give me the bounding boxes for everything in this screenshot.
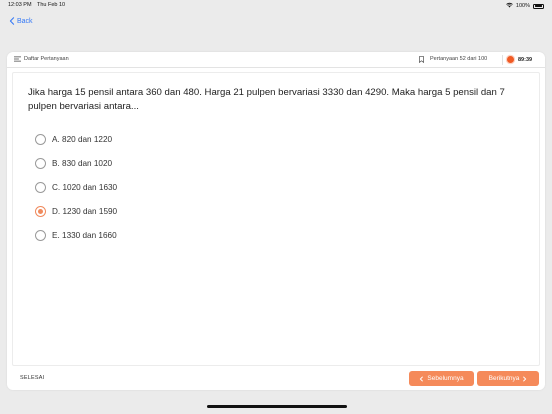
next-button[interactable]: Berikutnya (477, 371, 539, 386)
radio-button[interactable] (35, 229, 46, 241)
previous-label: Sebelumnya (427, 375, 464, 382)
question-text: Jika harga 15 pensil antara 360 dan 480.… (28, 87, 505, 112)
answer-option-label: D. 1230 dan 1590 (52, 206, 118, 216)
next-label: Berikutnya (488, 375, 520, 382)
question-content (12, 72, 540, 366)
question-list-label: Daftar Pertanyaan (24, 56, 69, 62)
bookmark-icon (419, 55, 424, 63)
previous-button[interactable]: Sebelumnya (409, 371, 474, 386)
radio-button[interactable] (35, 181, 46, 193)
status-bar: 12:03 PM Thu Feb 10 100% (0, 0, 552, 12)
chevron-right-icon (523, 375, 527, 382)
answer-option-label: C. 1020 dan 1630 (52, 182, 118, 192)
list-icon (14, 56, 21, 62)
status-right: 100% (506, 2, 544, 10)
status-date: Thu Feb 10 (36, 2, 66, 8)
timer: 89:39 (507, 56, 532, 63)
radio-button[interactable] (35, 133, 46, 145)
answer-option-label: B. 830 dan 1020 (52, 158, 113, 168)
question-card: Daftar Pertanyaan Pertanyaan 52 dari 100… (7, 52, 545, 390)
battery-icon (533, 3, 544, 9)
card-header: Daftar Pertanyaan Pertanyaan 52 dari 100… (7, 52, 545, 68)
answer-option[interactable]: E. 1330 dan 1660 (35, 228, 117, 242)
status-time: 12:03 PM (8, 2, 32, 8)
answer-option[interactable]: A. 820 dan 1220 (35, 132, 112, 146)
home-indicator (207, 405, 347, 408)
header-divider (502, 55, 503, 65)
question-list-button[interactable]: Daftar Pertanyaan (14, 56, 69, 62)
finish-button[interactable]: SELESAI (20, 375, 44, 381)
question-progress-label: Pertanyaan 52 dari 100 (430, 56, 488, 62)
back-label: Back (17, 17, 33, 25)
wifi-icon (506, 2, 513, 10)
radio-button[interactable] (35, 157, 46, 169)
answer-option-label: E. 1330 dan 1660 (52, 230, 117, 240)
answer-option[interactable]: C. 1020 dan 1630 (35, 180, 117, 194)
status-left: 12:03 PM Thu Feb 10 (8, 2, 69, 8)
battery-percent: 100% (515, 3, 530, 9)
chevron-left-icon (9, 17, 15, 25)
answer-option[interactable]: D. 1230 dan 1590 (35, 204, 117, 218)
question-progress[interactable]: Pertanyaan 52 dari 100 (419, 55, 488, 63)
back-button[interactable]: Back (9, 15, 33, 27)
answer-option[interactable]: B. 830 dan 1020 (35, 156, 112, 170)
answer-option-label: A. 820 dan 1220 (52, 134, 113, 144)
chevron-left-icon (420, 375, 424, 382)
radio-button[interactable] (35, 205, 46, 217)
timer-value: 89:39 (518, 56, 533, 63)
timer-dot-icon (507, 56, 514, 63)
